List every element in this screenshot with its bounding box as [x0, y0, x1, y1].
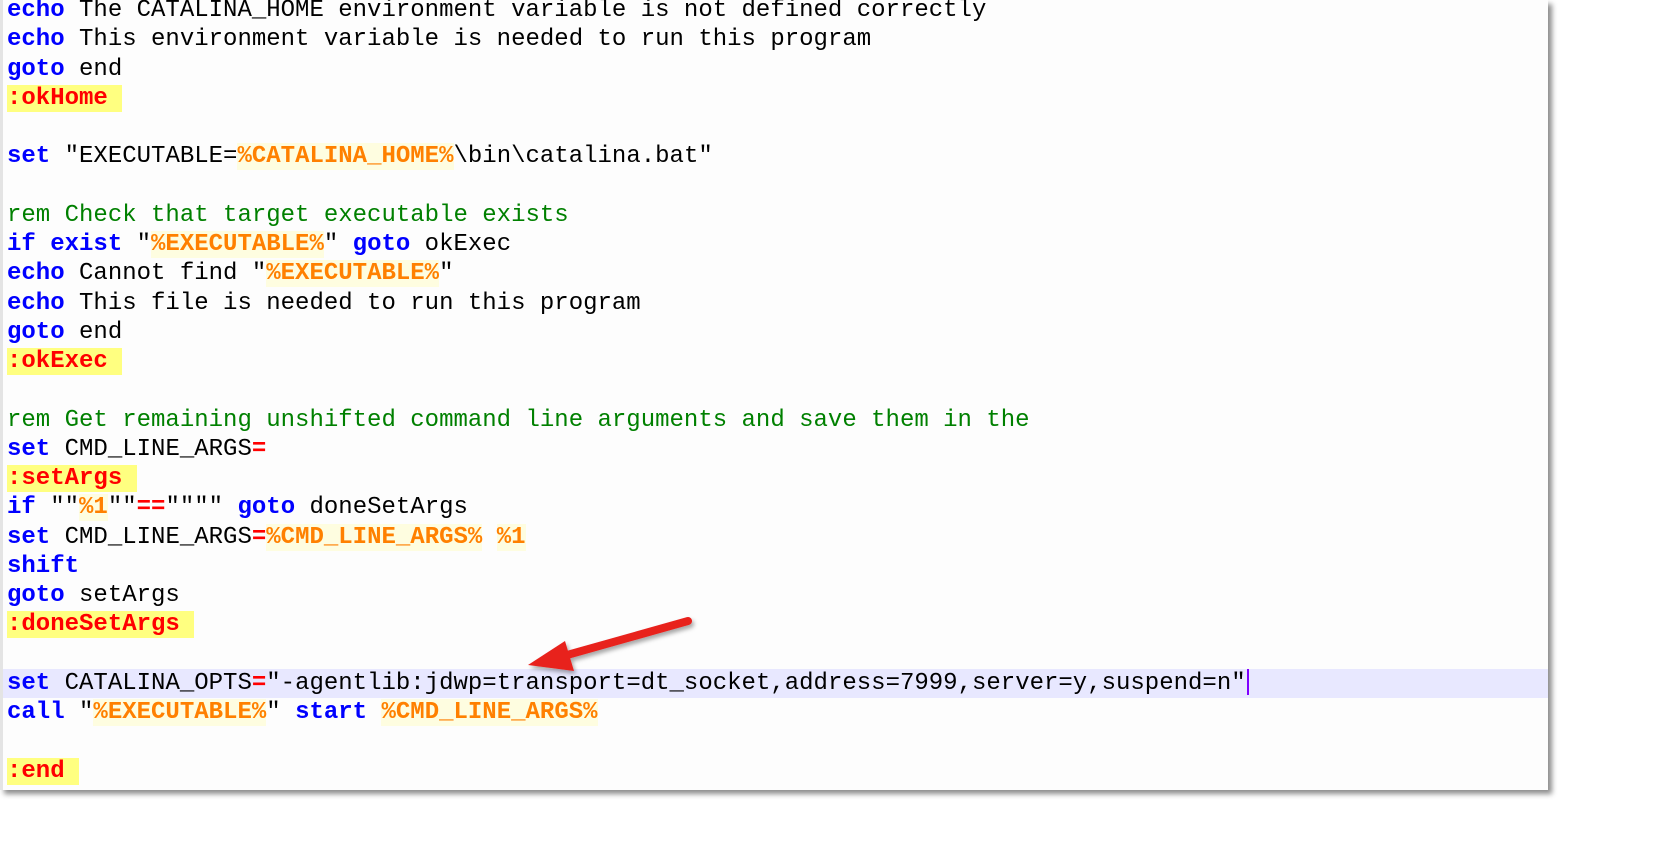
code-line[interactable]: :end	[7, 757, 1548, 786]
token-keyword: goto	[352, 231, 411, 258]
token-keyword: set	[7, 143, 51, 171]
token-text: "	[323, 231, 353, 258]
code-line[interactable]	[7, 113, 1548, 142]
token-variable: %1	[496, 523, 526, 551]
text-caret	[1246, 669, 1249, 696]
token-operator: =	[251, 435, 267, 463]
token-operator: =	[251, 669, 267, 697]
code-area[interactable]: echo The CATALINA_HOME environment varia…	[3, 0, 1548, 786]
token-keyword: shift	[7, 552, 80, 580]
token-text: ""	[107, 494, 137, 522]
code-line[interactable]	[7, 376, 1548, 405]
token-variable: %EXECUTABLE%	[93, 699, 267, 726]
token-label: :setArgs	[7, 465, 137, 492]
token-text: setArgs	[64, 582, 180, 609]
code-line[interactable]: :setArgs	[7, 464, 1548, 493]
code-line[interactable]: echo This file is needed to run this pro…	[7, 289, 1548, 318]
token-keyword: goto	[7, 55, 65, 83]
token-variable: %EXECUTABLE%	[266, 260, 440, 288]
token-keyword: goto	[237, 494, 296, 522]
code-line[interactable]: :doneSetArgs	[7, 610, 1548, 639]
code-line[interactable]: echo Cannot find "%EXECUTABLE%"	[7, 259, 1548, 288]
token-keyword: echo	[7, 0, 65, 24]
code-line[interactable]: rem Get remaining unshifted command line…	[7, 406, 1548, 435]
token-operator: =	[251, 523, 267, 551]
token-text: okExec	[410, 231, 512, 258]
code-line[interactable]: call "%EXECUTABLE%" start %CMD_LINE_ARGS…	[7, 698, 1548, 727]
token-keyword: echo	[7, 260, 65, 288]
code-line[interactable]: if exist "%EXECUTABLE%" goto okExec	[7, 230, 1548, 259]
token-comment: rem Check that target executable exists	[7, 201, 569, 229]
code-line[interactable]: set CMD_LINE_ARGS=%CMD_LINE_ARGS% %1	[7, 523, 1548, 552]
token-text: "	[266, 699, 296, 726]
token-text: end	[64, 318, 123, 346]
code-line[interactable]: echo The CATALINA_HOME environment varia…	[7, 0, 1548, 25]
token-keyword: start	[295, 699, 368, 726]
token-text: CMD_LINE_ARGS	[50, 523, 252, 551]
token-text: """"	[165, 494, 238, 522]
token-text: \bin\catalina.bat"	[453, 143, 713, 171]
token-text: CATALINA_OPTS	[50, 669, 252, 697]
code-line[interactable]: if ""%1""=="""" goto doneSetArgs	[7, 493, 1548, 522]
code-line[interactable]	[7, 172, 1548, 201]
token-keyword: echo	[7, 289, 65, 317]
code-line[interactable]: goto end	[7, 55, 1548, 84]
token-text: Cannot find "	[64, 260, 267, 288]
token-keyword: if exist	[7, 231, 123, 258]
code-line[interactable]: echo This environment variable is needed…	[7, 25, 1548, 54]
token-text: CMD_LINE_ARGS	[50, 435, 252, 463]
token-variable: %CATALINA_HOME%	[237, 143, 454, 171]
token-keyword: if	[7, 494, 36, 522]
token-text: This environment variable is needed to r…	[64, 26, 872, 54]
token-label: :okHome	[7, 84, 123, 112]
code-line[interactable]: shift	[7, 552, 1548, 581]
token-keyword: set	[7, 523, 51, 551]
code-line[interactable]: :okExec	[7, 347, 1548, 376]
token-keyword: call	[7, 699, 65, 726]
code-line[interactable]: rem Check that target executable exists	[7, 201, 1548, 230]
token-text: "	[64, 699, 94, 726]
code-line[interactable]: set "EXECUTABLE=%CATALINA_HOME%\bin\cata…	[7, 142, 1548, 171]
code-line[interactable]: goto end	[7, 318, 1548, 347]
token-text: "-agentlib:jdwp=transport=dt_socket,addr…	[266, 669, 1246, 697]
code-line[interactable]: set CMD_LINE_ARGS=	[7, 435, 1548, 464]
token-label: :doneSetArgs	[7, 611, 195, 639]
token-text: "	[439, 260, 454, 288]
token-comment: rem Get remaining unshifted command line…	[7, 406, 1030, 434]
token-keyword: set	[7, 669, 51, 697]
code-line[interactable]	[7, 640, 1548, 669]
token-label: :end	[7, 757, 80, 785]
token-variable: %1	[79, 494, 108, 522]
code-line[interactable]	[7, 727, 1548, 756]
code-line[interactable]: goto setArgs	[7, 581, 1548, 610]
token-label: :okExec	[7, 348, 123, 375]
token-text: "	[122, 231, 152, 258]
token-keyword: goto	[7, 318, 65, 346]
code-editor[interactable]: echo The CATALINA_HOME environment varia…	[0, 0, 1548, 790]
token-keyword: set	[7, 435, 51, 463]
token-text: ""	[35, 494, 80, 522]
token-keyword: echo	[7, 26, 65, 54]
token-variable: %CMD_LINE_ARGS%	[381, 699, 598, 726]
token-variable: %CMD_LINE_ARGS%	[266, 523, 483, 551]
token-text: The CATALINA_HOME environment variable i…	[64, 0, 987, 24]
code-line[interactable]: :okHome	[7, 84, 1548, 113]
token-text: This file is needed to run this program	[64, 289, 641, 317]
token-operator: ==	[136, 494, 166, 522]
token-variable: %EXECUTABLE%	[151, 231, 324, 258]
token-text: doneSetArgs	[295, 494, 468, 522]
token-keyword: goto	[7, 582, 65, 609]
token-text: "EXECUTABLE=	[50, 143, 238, 171]
token-text: end	[64, 55, 123, 83]
code-line-current[interactable]: set CATALINA_OPTS="-agentlib:jdwp=transp…	[3, 668, 1548, 698]
